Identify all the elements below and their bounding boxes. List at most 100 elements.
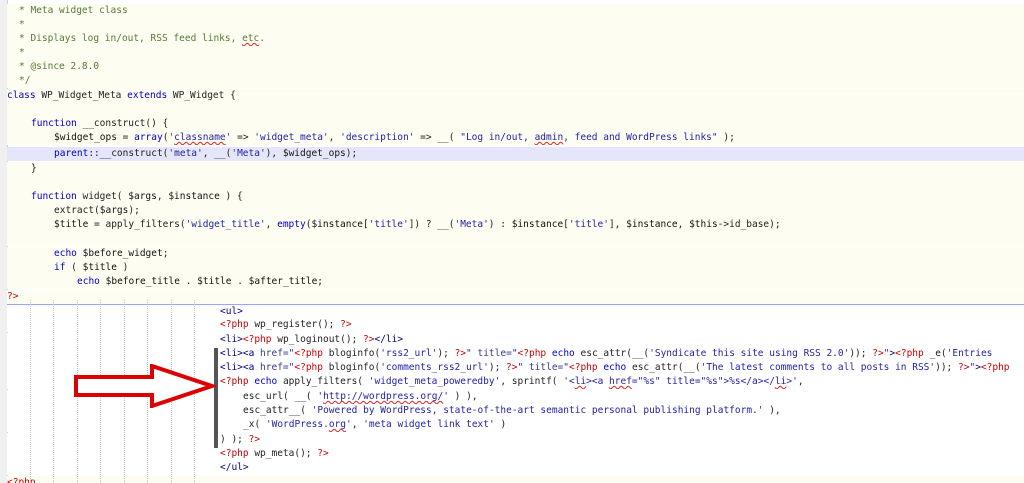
code-token: echo bbox=[551, 348, 575, 359]
code-line[interactable]: $title = apply_filters('widget_title', e… bbox=[7, 218, 1024, 233]
code-token: , bbox=[677, 219, 690, 230]
code-token: <?php bbox=[294, 348, 323, 359]
code-token: $widget_ops bbox=[282, 148, 346, 159]
code-token: $args bbox=[99, 205, 129, 216]
code-token: classname bbox=[174, 132, 226, 143]
code-token: } bbox=[31, 163, 37, 174]
code-token: */ bbox=[19, 75, 31, 86]
code-token: admin bbox=[534, 132, 564, 143]
code-line[interactable]: extract($args); bbox=[7, 204, 1024, 219]
code-token: ) bbox=[116, 262, 129, 273]
code-token: '< bbox=[563, 376, 575, 387]
code-token: ), bbox=[265, 148, 283, 159]
code-token: ) bbox=[494, 419, 507, 430]
code-token: . bbox=[179, 276, 198, 287]
code-token: ) ), bbox=[448, 391, 478, 402]
code-line[interactable]: _x( 'WordPress.org', 'meta widget link t… bbox=[7, 418, 1024, 433]
code-token: ?> bbox=[958, 362, 970, 373]
code-token: <li><a bbox=[220, 362, 261, 373]
code-token: extract( bbox=[54, 205, 100, 216]
code-token: ><a bbox=[586, 376, 610, 387]
code-token: 'Meta' bbox=[231, 148, 266, 159]
code-line[interactable]: ?> bbox=[7, 290, 1024, 305]
code-line[interactable]: <?php wp_register(); ?> bbox=[7, 318, 1024, 333]
code-token: 'WordPress. bbox=[265, 419, 329, 430]
code-line[interactable]: class WP_Widget_Meta extends WP_Widget { bbox=[7, 89, 1024, 104]
code-token: parent bbox=[54, 148, 89, 159]
code-token: org bbox=[328, 419, 346, 430]
code-token: _x( bbox=[243, 419, 266, 430]
code-token: apply_filters( bbox=[277, 376, 369, 387]
code-line[interactable]: * Meta widget class bbox=[7, 4, 1024, 19]
code-token: href= bbox=[260, 348, 289, 359]
code-line[interactable]: * bbox=[7, 46, 1024, 61]
code-token: ); bbox=[437, 348, 455, 359]
code-line[interactable]: * bbox=[7, 18, 1024, 33]
code-token: _e( bbox=[923, 348, 947, 359]
code-line[interactable]: } bbox=[7, 162, 1024, 177]
code-line[interactable]: </ul> bbox=[7, 461, 1024, 476]
code-area[interactable]: * Meta widget class * * Displays log in/ou… bbox=[7, 0, 1024, 483]
code-line[interactable]: * Displays log in/out, RSS feed links, e… bbox=[7, 32, 1024, 47]
code-line[interactable]: ) ); ?> bbox=[7, 433, 1024, 448]
code-token: ; bbox=[317, 276, 324, 287]
code-line[interactable]: echo $before_title . $title . $after_tit… bbox=[7, 275, 1024, 290]
code-token: * Displays log in/out, RSS feed links, bbox=[19, 33, 243, 44]
code-token: * Meta widget class bbox=[19, 5, 128, 16]
code-token: li bbox=[774, 376, 787, 387]
code-token: <li><a bbox=[220, 348, 261, 359]
code-token: <?php bbox=[294, 362, 323, 373]
code-line[interactable]: function __construct() { bbox=[7, 117, 1024, 132]
code-token: $title bbox=[197, 276, 232, 287]
code-token: function bbox=[31, 118, 77, 129]
code-token: ->id_base); bbox=[717, 219, 781, 230]
code-line[interactable]: <li><?php wp_loginout(); ?></li> bbox=[7, 333, 1024, 348]
code-editor[interactable]: * Meta widget class * * Displays log in/ou… bbox=[0, 0, 1024, 483]
code-token: , bbox=[797, 376, 804, 387]
code-token: $args bbox=[128, 191, 157, 202]
code-token: title= bbox=[523, 362, 564, 373]
code-token: ), bbox=[763, 405, 781, 416]
code-token: ) { bbox=[219, 191, 243, 202]
code-token: ]) ? __( bbox=[408, 219, 455, 230]
code-token: esc_url( __( bbox=[243, 391, 318, 402]
code-token: class bbox=[7, 90, 36, 101]
code-line[interactable]: parent::__construct('meta', __('Meta'), … bbox=[7, 147, 1024, 162]
code-token: bloginfo( bbox=[323, 362, 381, 373]
code-token: wp_meta(); bbox=[248, 448, 318, 459]
code-line[interactable] bbox=[7, 232, 1024, 247]
code-token: http://wordpress.org/ bbox=[323, 391, 444, 402]
code-line[interactable]: <?php wp_meta(); ?> bbox=[7, 447, 1024, 462]
code-line[interactable]: <?php bbox=[7, 476, 1024, 483]
code-token: ?> bbox=[454, 348, 467, 359]
code-token: ) : bbox=[488, 219, 512, 230]
code-token: WP_Widget { bbox=[167, 90, 236, 101]
code-token: ( bbox=[65, 262, 83, 273]
code-token: ; bbox=[162, 248, 169, 259]
code-line[interactable] bbox=[7, 176, 1024, 191]
code-token: array bbox=[134, 132, 163, 143]
code-line[interactable]: function widget( $args, $instance ) { bbox=[7, 190, 1024, 205]
code-token: </ul> bbox=[220, 462, 249, 473]
code-token: function bbox=[31, 191, 77, 202]
code-token: , bbox=[265, 219, 278, 230]
code-line[interactable]: if ( $title ) bbox=[7, 261, 1024, 276]
code-line[interactable] bbox=[7, 103, 1024, 118]
code-line[interactable]: $widget_ops = array('classname' => 'widg… bbox=[7, 131, 1024, 146]
code-token: ?> bbox=[363, 334, 375, 345]
code-line[interactable]: * @since 2.8.0 bbox=[7, 60, 1024, 75]
code-token: = apply_filters( bbox=[88, 219, 186, 230]
code-token: ) ); bbox=[220, 434, 249, 445]
code-token: ); bbox=[488, 362, 507, 373]
code-token: $widget_ops bbox=[54, 132, 117, 143]
code-line[interactable]: echo $before_widget; bbox=[7, 247, 1024, 262]
code-line[interactable]: <li><a href="<?php bloginfo('rss2_url');… bbox=[7, 347, 1024, 362]
code-token: <?php bbox=[242, 334, 272, 345]
code-token: title= bbox=[471, 348, 512, 359]
code-token: esc_attr(__( bbox=[626, 362, 701, 373]
code-line[interactable]: */ bbox=[7, 74, 1024, 89]
code-token: $after_title bbox=[248, 276, 318, 287]
code-token: ?> bbox=[317, 448, 329, 459]
code-token: >' bbox=[786, 376, 798, 387]
code-token: 'Powered by WordPress, state-of-the-art … bbox=[311, 405, 764, 416]
